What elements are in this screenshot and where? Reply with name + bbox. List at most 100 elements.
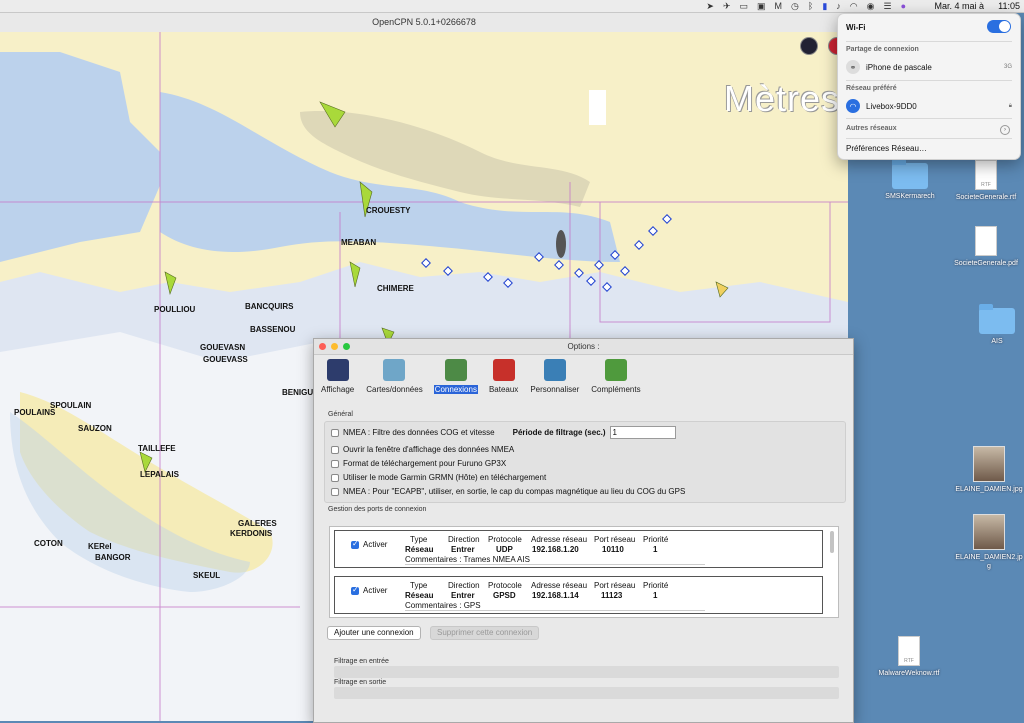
ship-icon <box>492 359 515 381</box>
menu-bar-status-icons: ➤ ✈ ▭ ▣ M ◷ ᛒ ▮ ♪ ◠ ◉ ☰ ● <box>706 0 906 12</box>
menu-bar-date[interactable]: Mar. 4 mai à <box>934 0 984 12</box>
connections-scrollbar[interactable] <box>830 531 834 553</box>
flag-icon[interactable]: ▮ <box>822 0 827 12</box>
preferred-section-label: Réseau préféré <box>846 85 897 92</box>
place-label: BASSENOU <box>250 325 296 334</box>
add-connection-button[interactable]: Ajouter une connexion <box>327 626 421 640</box>
folder-icon <box>892 159 928 189</box>
rtf-file-icon: RTF <box>975 160 997 190</box>
ports-section-label: Gestion des ports de connexion <box>328 506 427 513</box>
place-label: CHIMERE <box>377 284 414 293</box>
input-filter-bar[interactable] <box>334 666 839 678</box>
location-icon[interactable]: ➤ <box>706 0 714 12</box>
remove-connection-button[interactable]: Supprimer cette connexion <box>430 626 540 640</box>
siri-icon[interactable]: ● <box>901 0 906 12</box>
place-label: LEPALAIS <box>140 470 179 479</box>
tab-complements[interactable]: Compléments <box>588 359 643 403</box>
divider <box>846 118 1012 119</box>
desktop-icon-ais[interactable]: AIS <box>962 304 1024 346</box>
pdf-file-icon <box>975 226 997 256</box>
connection-row[interactable]: Activer Type Direction Protocole Adresse… <box>334 576 823 614</box>
connection-enable-checkbox[interactable] <box>351 539 359 549</box>
north-up-icon[interactable] <box>800 37 818 55</box>
place-label: GALERES <box>238 519 277 528</box>
wifi-toggle[interactable] <box>987 20 1011 33</box>
sound-icon[interactable]: ♪ <box>836 0 841 12</box>
cellular-signal-icon: 3G <box>1003 64 1012 70</box>
furuno-checkbox[interactable] <box>331 459 339 468</box>
malwarebytes-icon[interactable]: M <box>775 0 783 12</box>
time-machine-icon[interactable]: ◷ <box>791 0 799 12</box>
menu-bar: ➤ ✈ ▭ ▣ M ◷ ᛒ ▮ ♪ ◠ ◉ ☰ ● Mar. 4 mai à 1… <box>0 0 1024 13</box>
desktop-icon-elaine-damien[interactable]: ELAINE_DAMIEN.jpg <box>954 446 1024 494</box>
general-section-label: Général <box>328 411 353 418</box>
place-label: SKEUL <box>193 571 221 580</box>
sliders-icon <box>543 359 566 381</box>
output-filter-bar[interactable] <box>334 687 839 699</box>
connections-list: Activer Type Direction Protocole Adresse… <box>329 526 839 618</box>
place-label: CROUESTY <box>366 206 411 215</box>
lock-icon: 🔒︎ <box>1008 102 1012 109</box>
chart-white-patch <box>589 90 606 125</box>
connection-comment: Commentaires : Trames NMEA AIS <box>405 555 705 565</box>
desktop-icon-elaine-damien2[interactable]: ELAINE_DAMIEN2.jpg <box>954 514 1024 571</box>
tab-cartes-donnees[interactable]: Cartes/données <box>363 359 425 403</box>
link-icon: ⚭ <box>846 60 860 74</box>
desktop-icon-societegenerale-rtf[interactable]: RTF SocieteGenerale.rtf <box>951 160 1021 202</box>
connection-row[interactable]: Activer Type Direction Protocole Adresse… <box>334 530 823 568</box>
nmea-filter-checkbox[interactable] <box>331 428 339 437</box>
charts-icon <box>383 359 406 381</box>
tab-affichage[interactable]: Affichage <box>318 359 357 403</box>
chevron-right-icon[interactable]: › <box>1000 125 1010 135</box>
tab-personnaliser[interactable]: Personnaliser <box>527 359 582 403</box>
display-icon[interactable]: ▣ <box>757 0 766 12</box>
tab-bateaux[interactable]: Bateaux <box>486 359 521 403</box>
desktop-icon-societegenerale-pdf[interactable]: SocieteGenerale.pdf <box>951 226 1021 268</box>
open-nmea-window-row: Ouvrir la fenêtre d'affichage des donnée… <box>331 444 514 455</box>
options-titlebar: Options : <box>314 339 853 355</box>
preferred-network-item[interactable]: ◠ Livebox-9DD0 🔒︎ <box>846 98 1012 114</box>
connection-comment: Commentaires : GPS <box>405 601 705 611</box>
rtf-file-icon: RTF <box>898 636 920 666</box>
options-title: Options : <box>567 342 600 351</box>
ecapb-row: NMEA : Pour "ECAPB", utiliser, en sortie… <box>331 486 685 497</box>
wifi-signal-icon: ◠ <box>846 99 860 113</box>
furuno-row: Format de téléchargement pour Furuno GP3… <box>331 458 506 469</box>
hotspot-item[interactable]: ⚭ iPhone de pascale 3G <box>846 59 1012 75</box>
user-icon[interactable]: ◉ <box>867 0 875 12</box>
divider <box>846 80 1012 81</box>
network-preferences-item[interactable]: Préférences Réseau… <box>846 144 927 153</box>
hotspot-section-label: Partage de connexion <box>846 46 919 53</box>
garmin-checkbox[interactable] <box>331 473 339 482</box>
puzzle-icon <box>604 359 627 381</box>
display-monitor-icon <box>326 359 349 381</box>
tab-connexions[interactable]: Connexions <box>432 359 480 403</box>
opencpn-title: OpenCPN 5.0.1+0266678 <box>0 12 848 33</box>
open-nmea-window-checkbox[interactable] <box>331 445 339 454</box>
chart-scale-watermark: Mètres <box>724 78 841 119</box>
place-label: MEABAN <box>341 238 377 247</box>
place-label: SPOULAIN <box>50 401 92 410</box>
wifi-icon[interactable]: ◠ <box>850 0 858 12</box>
desktop-icon-smskermarech[interactable]: SMSKermarech <box>875 159 945 201</box>
filter-period-input[interactable]: 1 <box>609 426 676 439</box>
options-toolbar: Affichage Cartes/données Connexions Bate… <box>318 359 644 403</box>
output-filter-label: Filtrage en sortie <box>334 679 387 686</box>
battery-status-icon[interactable]: ▭ <box>740 0 749 12</box>
garmin-row: Utiliser le mode Garmin GRMN (Hôte) en t… <box>331 472 546 483</box>
ecapb-checkbox[interactable] <box>331 487 339 496</box>
bluetooth-icon[interactable]: ᛒ <box>808 0 813 12</box>
place-label: BANGOR <box>95 553 131 562</box>
connection-enable-checkbox[interactable] <box>351 585 359 595</box>
control-center-icon[interactable]: ☰ <box>883 0 891 12</box>
place-label: GOUEVASS <box>203 355 248 364</box>
photo-thumbnail-icon <box>973 446 1005 482</box>
folder-icon <box>979 304 1015 334</box>
input-filter-label: Filtrage en entrée <box>334 658 389 665</box>
desktop-icon-malwareweknow[interactable]: RTF MalwareWeknow.rtf <box>874 636 944 678</box>
send-icon[interactable]: ✈ <box>723 0 731 12</box>
other-networks-item[interactable]: Autres réseaux <box>846 125 897 132</box>
menu-bar-time[interactable]: 11:05 <box>998 0 1020 12</box>
divider <box>846 41 1012 42</box>
place-label: GOUEVASN <box>200 343 246 352</box>
